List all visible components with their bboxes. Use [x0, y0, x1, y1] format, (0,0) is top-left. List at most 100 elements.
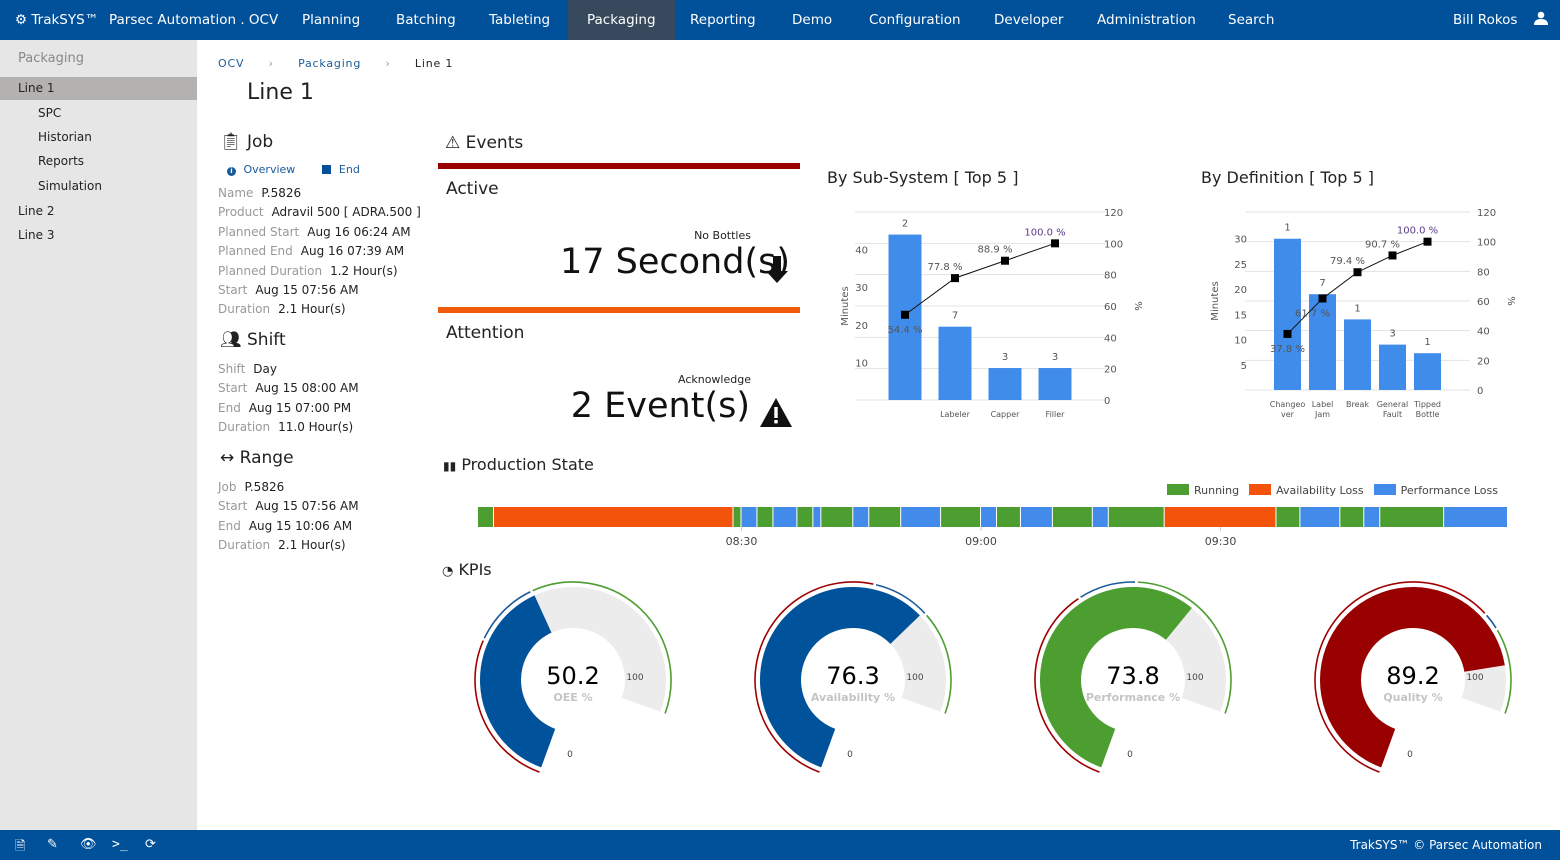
job-title: Job — [247, 132, 274, 152]
kpis-title: ◔ KPIs — [442, 560, 492, 579]
y2-tick-label: 120 — [1477, 208, 1496, 219]
y-tick-label: 40 — [855, 246, 868, 257]
job-field: Duration 2.1 Hour(s) — [218, 302, 346, 316]
timeline-segment — [1164, 507, 1276, 527]
sidebar-item-spc[interactable]: SPC — [0, 102, 197, 125]
nav-planning[interactable]: Planning — [302, 0, 360, 40]
eye-icon[interactable]: 👁︎ — [80, 837, 97, 852]
y2-tick-label: 40 — [1104, 333, 1117, 344]
range-title: Range — [239, 448, 294, 468]
kpi-gauges: 50.2OEE % 100 0 76.3Availability % 100 0 73.8P… — [474, 581, 1512, 773]
timeline-segment — [1020, 507, 1052, 527]
breadcrumb-ocv[interactable]: OCV — [218, 57, 244, 70]
x-tick-label: Jam — [1314, 410, 1330, 419]
timeline-segment — [1364, 507, 1380, 527]
document-icon[interactable]: 🗎︎ — [15, 837, 25, 859]
job-section-title: 📋︎ Job — [220, 132, 273, 152]
field-value: 11.0 Hour(s) — [278, 420, 354, 435]
user-icon — [1533, 11, 1548, 25]
x-tick-label: Label — [1312, 400, 1334, 409]
active-event-value[interactable]: 17 Second(s) — [560, 242, 790, 282]
x-tick-label: Labeler — [940, 410, 971, 419]
terminal-icon[interactable]: >_ — [112, 837, 128, 852]
y2-tick-label: 20 — [1104, 365, 1117, 376]
refresh-icon[interactable]: ⟳ — [145, 837, 156, 852]
bar-label: 3 — [1389, 329, 1395, 340]
field-value: Aug 15 10:06 AM — [248, 518, 353, 533]
stop-icon — [322, 165, 332, 174]
end-job-button[interactable]: End — [322, 163, 360, 176]
breadcrumb-packaging[interactable]: Packaging — [298, 57, 361, 70]
field-value: Aug 16 06:24 AM — [307, 224, 411, 239]
active-label: Active — [446, 179, 499, 199]
legend-label: Performance Loss — [1400, 484, 1498, 497]
bar-label: 7 — [952, 311, 958, 322]
cumulative-label: 61.7 % — [1295, 308, 1330, 319]
gauge-value: 50.2 — [546, 662, 599, 690]
clipboard-icon: 📋︎ — [220, 132, 242, 152]
field-label: Shift — [218, 362, 246, 376]
y2-axis-label: % — [1132, 301, 1143, 311]
overview-label: Overview — [243, 163, 296, 176]
legend-label: Running — [1193, 484, 1240, 497]
bar-label: 7 — [1319, 278, 1325, 289]
shift-section-title: 👥︎ Shift — [220, 330, 286, 350]
y2-axis-label: % — [1505, 296, 1516, 306]
timeline-segment — [996, 507, 1020, 527]
bar-label: 1 — [1284, 223, 1290, 234]
nav-demo[interactable]: Demo — [792, 0, 832, 40]
attention-event-count: 2 Event(s) — [570, 386, 750, 426]
shift-title: Shift — [247, 330, 286, 350]
timeline-segment — [733, 507, 741, 527]
edit-icon[interactable]: ✎ — [47, 837, 58, 852]
time-tick-label: 09:00 — [965, 535, 997, 548]
field-label: Job — [218, 480, 237, 494]
field-label: Name — [218, 186, 254, 200]
events-section-title: ⚠ Events — [445, 133, 523, 153]
time-tick-label: 09:30 — [1205, 535, 1237, 548]
nav-search[interactable]: Search — [1228, 0, 1274, 40]
nav-developer[interactable]: Developer — [994, 0, 1063, 40]
field-label: Duration — [218, 302, 271, 317]
user-menu[interactable]: Bill Rokos — [1453, 0, 1548, 40]
cumulative-label: 37.8 % — [1270, 344, 1305, 355]
nav-configuration[interactable]: Configuration — [869, 0, 961, 40]
overview-link[interactable]: i Overview — [227, 163, 295, 176]
sidebar: Packaging Line 1 SPC Historian Reports S… — [0, 40, 197, 830]
sidebar-item-reports[interactable]: Reports — [0, 150, 197, 173]
bar — [1038, 368, 1072, 400]
site-link[interactable]: Parsec Automation . OCV — [109, 0, 278, 40]
range-field: Start Aug 15 07:56 AM — [218, 499, 359, 513]
timeline-segment — [1276, 507, 1300, 527]
sidebar-item-line-2[interactable]: Line 2 — [0, 200, 197, 223]
x-tick-label: Bottle — [1416, 410, 1440, 419]
nav-tableting[interactable]: Tableting — [489, 0, 550, 40]
nav-reporting[interactable]: Reporting — [690, 0, 756, 40]
field-label: Planned Duration — [218, 263, 323, 278]
legend-item: Performance Loss — [1373, 484, 1498, 497]
timeline-segment — [773, 507, 797, 527]
timeline-segment — [1052, 507, 1092, 527]
nav-packaging[interactable]: Packaging — [568, 0, 675, 40]
cumulative-point — [1051, 239, 1059, 248]
nav-batching[interactable]: Batching — [396, 0, 456, 40]
field-label: Duration — [218, 420, 271, 435]
field-label: End — [218, 400, 241, 415]
brand-link[interactable]: ⚙ TrakSYS™ — [15, 0, 98, 40]
legend-item: Running — [1166, 484, 1240, 497]
legend-item: Availability Loss — [1249, 484, 1364, 497]
cumulative-point — [1001, 256, 1009, 265]
sidebar-item-line-1[interactable]: Line 1 — [0, 77, 197, 100]
nav-administration[interactable]: Administration — [1097, 0, 1196, 40]
attention-value[interactable]: 2 Event(s) — [571, 386, 750, 426]
production-title: Production State — [461, 455, 594, 474]
sidebar-item-simulation[interactable]: Simulation — [0, 175, 197, 198]
field-value: Adravil 500 [ ADRA.500 ] — [271, 205, 421, 220]
field-label: Duration — [218, 538, 271, 553]
sidebar-item-line-3[interactable]: Line 3 — [0, 224, 197, 247]
end-label: End — [338, 163, 360, 176]
timeline-segment — [901, 507, 941, 527]
gauge-min-label: 0 — [1127, 750, 1133, 760]
timeline-segment — [813, 507, 821, 527]
sidebar-item-historian[interactable]: Historian — [0, 126, 197, 149]
